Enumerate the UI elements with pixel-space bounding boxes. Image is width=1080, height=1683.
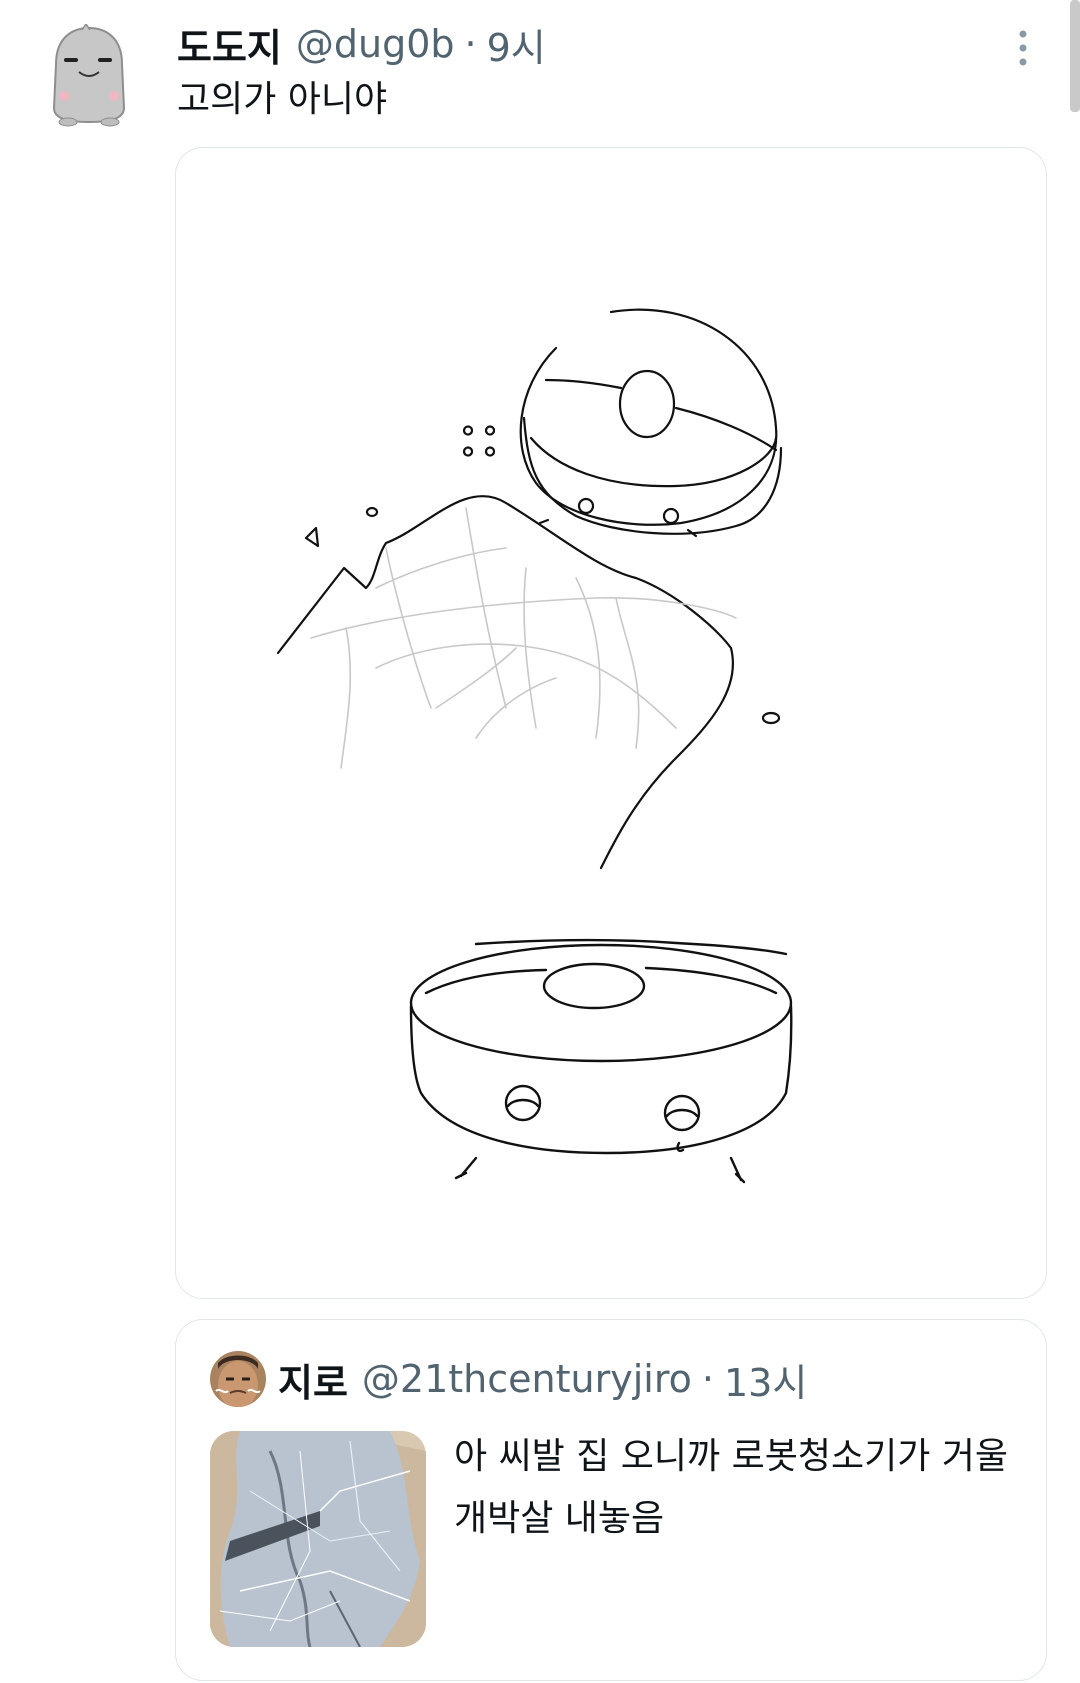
quoted-tweet-text: 아 씨발 집 오니까 로봇청소기가 거울 개박살 내놓음 xyxy=(454,1436,1009,1539)
quoted-author-handle[interactable]: @21thcenturyjiro xyxy=(362,1357,692,1401)
quoted-author-avatar[interactable] xyxy=(210,1351,266,1407)
tweet-header: 도도지 @dug0b · 9시 xyxy=(177,14,546,74)
tweet-media[interactable] xyxy=(175,147,1047,1299)
quoted-tweet-header: 지로 @21thcenturyjiro · 13시 xyxy=(278,1348,807,1410)
quoted-tweet-thumbnail[interactable] xyxy=(210,1431,426,1647)
tweet-text: 고의가 아니야 xyxy=(177,79,388,120)
quoted-tweet[interactable]: 지로 @21thcenturyjiro · 13시 아 씨발 집 오니까 로봇청… xyxy=(175,1319,1047,1681)
separator-dot: · xyxy=(701,1357,714,1401)
author-display-name[interactable]: 도도지 xyxy=(177,17,282,72)
tweet-timestamp[interactable]: 9시 xyxy=(487,17,546,72)
separator-dot: · xyxy=(464,22,477,66)
scrollbar[interactable] xyxy=(1070,0,1080,112)
author-avatar[interactable] xyxy=(46,22,132,128)
robot-vacuum-drawing xyxy=(276,308,793,1184)
more-options-icon[interactable] xyxy=(1016,28,1030,68)
author-handle[interactable]: @dug0b xyxy=(296,22,455,66)
quoted-tweet-timestamp[interactable]: 13시 xyxy=(724,1352,807,1407)
quoted-author-display-name[interactable]: 지로 xyxy=(278,1352,348,1407)
